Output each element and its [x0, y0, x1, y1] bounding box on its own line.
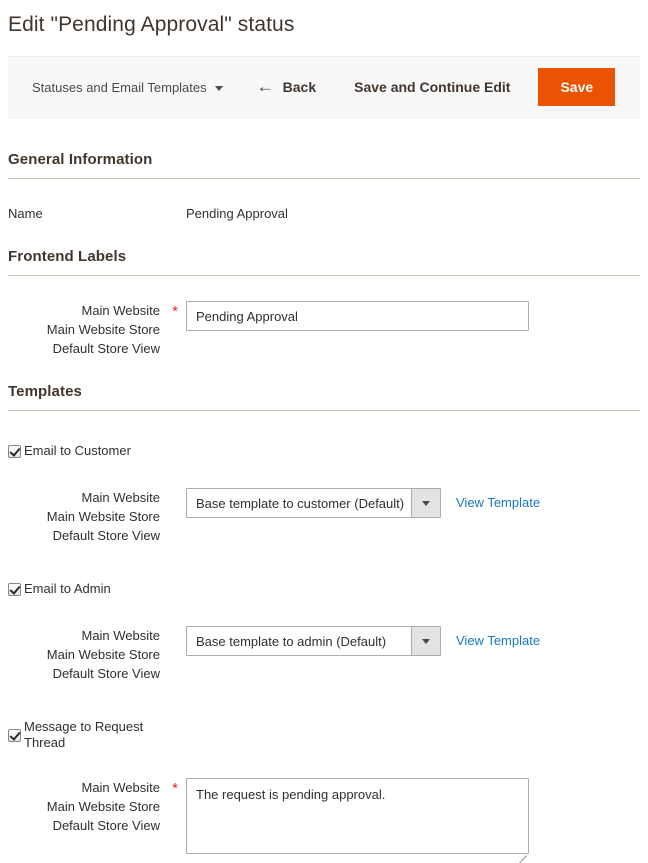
field-control-email-customer: Base template to customer (Default) View…	[182, 488, 640, 518]
checkbox-label-email-to-customer: Email to Customer	[24, 443, 131, 458]
back-button[interactable]: ← Back	[256, 76, 317, 96]
checkbox-message-to-request-thread[interactable]	[8, 728, 21, 742]
scope-website: Main Website	[81, 303, 160, 318]
scope-store-view: Default Store View	[52, 818, 160, 833]
field-row-message-to-request-thread: Main Website Main Website Store Default …	[8, 778, 640, 863]
scope-website: Main Website	[81, 780, 160, 795]
checkbox-label-email-to-admin: Email to Admin	[24, 581, 111, 596]
page-title: Edit "Pending Approval" status	[8, 13, 295, 36]
required-asterisk-frontend: *	[172, 303, 178, 320]
field-control-message-thread: The request is pending approval.	[182, 778, 640, 863]
select-email-to-customer-template[interactable]: Base template to customer (Default)	[186, 488, 441, 518]
field-label-name: Name	[8, 204, 168, 223]
view-template-link-admin[interactable]: View Template	[456, 626, 540, 656]
select-email-to-admin-template[interactable]: Base template to admin (Default)	[186, 626, 441, 656]
message-to-request-thread-textarea[interactable]: The request is pending approval.	[186, 778, 529, 854]
scope-store-view: Default Store View	[52, 528, 160, 543]
checkbox-label-message-to-request-thread: Message to Request Thread	[24, 719, 144, 750]
checkbox-email-to-admin[interactable]	[8, 582, 21, 596]
required-asterisk-message: *	[172, 780, 178, 797]
name-value: Pending Approval	[186, 206, 288, 221]
section-heading-templates: Templates	[8, 383, 640, 411]
arrow-left-icon: ←	[256, 76, 274, 96]
field-row-email-to-admin-template: Main Website Main Website Store Default …	[8, 626, 640, 683]
scope-label-email-customer: Main Website Main Website Store Default …	[8, 488, 168, 545]
name-label-text: Name	[8, 206, 43, 221]
chevron-down-icon[interactable]	[411, 627, 440, 655]
select-email-admin-value: Base template to admin (Default)	[196, 633, 387, 649]
field-row-email-to-customer-template: Main Website Main Website Store Default …	[8, 488, 640, 545]
checkbox-row-email-to-customer[interactable]: Email to Customer	[8, 443, 640, 459]
statuses-and-email-templates-dropdown[interactable]: Statuses and Email Templates	[32, 80, 223, 95]
frontend-label-input[interactable]	[186, 301, 529, 331]
field-row-name: Name Pending Approval	[8, 204, 640, 223]
textarea-holder: The request is pending approval.	[186, 778, 529, 863]
save-and-continue-edit-button[interactable]: Save and Continue Edit	[354, 79, 510, 95]
scope-store-view: Default Store View	[52, 341, 160, 356]
field-control-name: Pending Approval	[182, 204, 640, 223]
scope-store: Main Website Store	[46, 322, 160, 337]
back-button-label: Back	[282, 79, 317, 95]
page-actions-toolbar: Statuses and Email Templates ← Back Save…	[8, 56, 640, 118]
scope-store-view: Default Store View	[52, 666, 160, 681]
checkbox-email-to-customer[interactable]	[8, 444, 21, 458]
scope-store: Main Website Store	[46, 647, 160, 662]
field-control-email-admin: Base template to admin (Default) View Te…	[182, 626, 640, 656]
select-email-customer-value: Base template to customer (Default)	[196, 495, 405, 511]
field-control-frontend-label	[182, 301, 640, 331]
statuses-dropdown-label: Statuses and Email Templates	[32, 79, 207, 95]
scope-store: Main Website Store	[46, 509, 160, 524]
scope-website: Main Website	[81, 490, 160, 505]
checkbox-row-email-to-admin[interactable]: Email to Admin	[8, 581, 640, 597]
chevron-down-icon	[214, 85, 223, 91]
scope-store: Main Website Store	[46, 799, 160, 814]
view-template-link-customer[interactable]: View Template	[456, 488, 540, 518]
form-content: General Information Name Pending Approva…	[0, 151, 648, 863]
checkbox-row-message-to-request-thread[interactable]: Message to Request Thread	[8, 719, 640, 751]
scope-website: Main Website	[81, 628, 160, 643]
section-heading-frontend-labels: Frontend Labels	[8, 248, 640, 276]
field-row-frontend-label: Main Website Main Website Store Default …	[8, 301, 640, 358]
scope-label-email-admin: Main Website Main Website Store Default …	[8, 626, 168, 683]
save-button[interactable]: Save	[538, 68, 616, 106]
scope-label-frontend: Main Website Main Website Store Default …	[8, 301, 168, 358]
section-heading-general-information: General Information	[8, 151, 640, 179]
chevron-down-icon[interactable]	[411, 489, 440, 517]
scope-label-message-thread: Main Website Main Website Store Default …	[8, 778, 168, 835]
